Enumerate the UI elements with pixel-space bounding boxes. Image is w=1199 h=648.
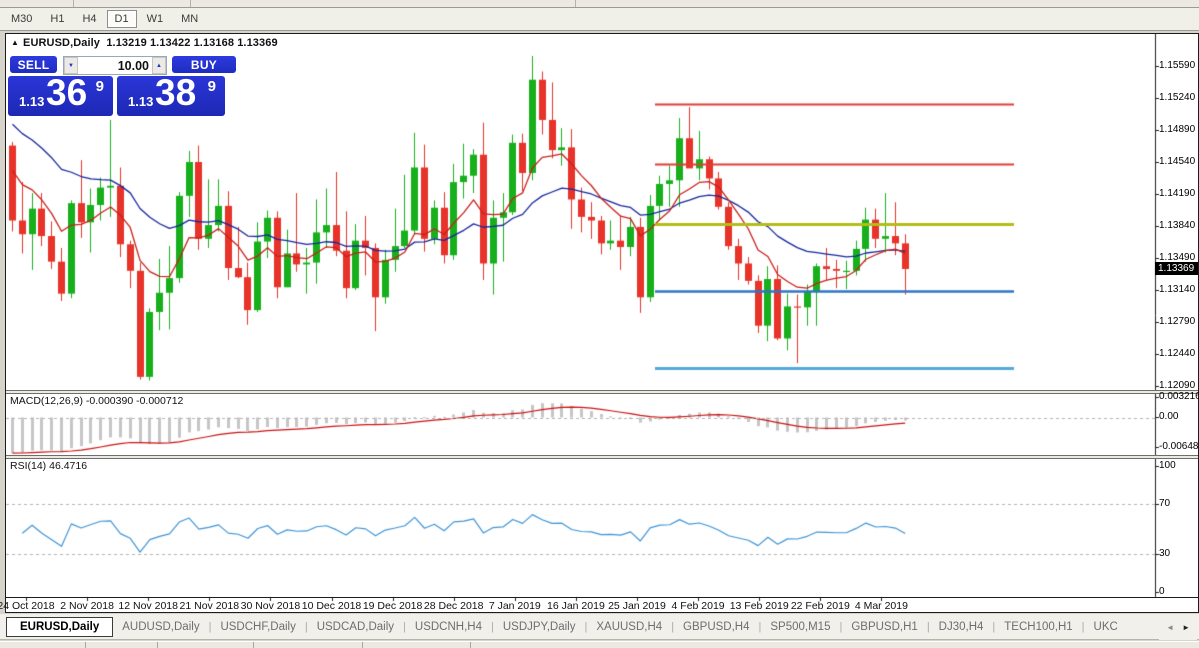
toolbar-separator	[575, 0, 576, 7]
buy-price-sup: 9	[207, 78, 216, 95]
price-scale-label: 1.15240	[1159, 92, 1196, 103]
timeframe-button-d1[interactable]: D1	[106, 10, 137, 28]
statusbar-separator	[85, 642, 86, 648]
date-axis-label: 2 Nov 2018	[60, 600, 114, 612]
macd-label: MACD(12,26,9) -0.000390 -0.000712	[10, 395, 183, 407]
rsi-splitter[interactable]	[6, 455, 1198, 459]
date-axis-label: 13 Feb 2019	[729, 600, 789, 612]
macd-scale-label: 0.003216	[1159, 391, 1199, 402]
sell-button[interactable]: SELL	[10, 56, 57, 73]
statusbar-separator	[362, 642, 363, 648]
price-scale-label: 1.12440	[1159, 348, 1196, 359]
price-scale-label: 1.14540	[1159, 156, 1196, 167]
price-scale-label: 1.13490	[1159, 252, 1196, 263]
sell-price-prefix: 1.13	[19, 94, 45, 109]
symbol-period-label: EURUSD,Daily	[23, 37, 101, 49]
date-axis-label: 10 Dec 2018	[301, 600, 362, 612]
timeframe-button-m30[interactable]: M30	[3, 10, 40, 28]
date-axis-label: 4 Mar 2019	[854, 600, 908, 612]
timeframe-button-w1[interactable]: W1	[139, 10, 172, 28]
date-axis-label: 25 Jan 2019	[608, 600, 666, 612]
sell-price-sup: 9	[95, 78, 104, 95]
symbol-tab-usdcad-daily[interactable]: USDCAD,Daily	[308, 617, 403, 637]
buy-price-box[interactable]: 1.13 38 9	[117, 72, 225, 116]
toolbar-separator	[73, 0, 74, 7]
symbol-tab-audusd-daily[interactable]: AUDUSD,Daily	[113, 617, 208, 637]
macd-values: -0.000390 -0.000712	[85, 395, 184, 407]
statusbar-separator	[470, 642, 471, 648]
date-axis-label: 16 Jan 2019	[546, 600, 605, 612]
current-price-tag: 1.13369	[1155, 262, 1198, 275]
date-axis-label: 28 Dec 2018	[423, 600, 484, 612]
date-axis-label: 30 Nov 2018	[240, 600, 301, 612]
timeframe-button-h1[interactable]: H1	[42, 10, 72, 28]
price-scale-label: 1.12090	[1159, 380, 1196, 391]
tab-scroll-arrows: ◄ ►	[1159, 614, 1197, 640]
ohlc-header: ▲ EURUSD,Daily 1.13219 1.13422 1.13168 1.…	[11, 37, 278, 49]
timeframe-button-mn[interactable]: MN	[173, 10, 206, 28]
timeframe-button-h4[interactable]: H4	[74, 10, 104, 28]
rsi-scale-label: 0	[1159, 586, 1165, 597]
symbol-tab-tech100-h1[interactable]: TECH100,H1	[995, 617, 1081, 637]
price-scale-label: 1.13840	[1159, 220, 1196, 231]
date-axis-label: 24 Oct 2018	[0, 600, 55, 612]
rsi-label: RSI(14) 46.4716	[10, 460, 87, 472]
price-scale-label: 1.13140	[1159, 284, 1196, 295]
chart-canvas[interactable]	[6, 34, 1198, 612]
date-axis-label: 21 Nov 2018	[179, 600, 240, 612]
price-scale-label: 1.15590	[1159, 60, 1196, 71]
close-value: 1.13369	[237, 37, 278, 49]
statusbar-separator	[253, 642, 254, 648]
date-axis-label: 4 Feb 2019	[671, 600, 725, 612]
symbol-tab-sp500-m15[interactable]: SP500,M15	[761, 617, 839, 637]
rsi-name: RSI(14)	[10, 460, 47, 472]
buy-price-big: 38	[155, 72, 197, 113]
volume-input[interactable]	[78, 57, 152, 74]
buy-price-prefix: 1.13	[128, 94, 154, 109]
tab-scroll-right-icon[interactable]: ►	[1178, 623, 1194, 632]
macd-name: MACD(12,26,9)	[10, 395, 83, 407]
symbol-tab-gbpusd-h1[interactable]: GBPUSD,H1	[842, 617, 926, 637]
arrow-down-icon: ▼	[68, 62, 74, 69]
price-scale-label: 1.12790	[1159, 316, 1196, 327]
date-axis-label: 22 Feb 2019	[790, 600, 850, 612]
sell-price-box[interactable]: 1.13 36 9	[8, 72, 113, 116]
open-value: 1.13219	[106, 37, 147, 49]
symbol-tab-usdjpy-daily[interactable]: USDJPY,Daily	[494, 617, 585, 637]
arrow-up-icon: ▲	[156, 62, 162, 69]
high-value: 1.13422	[149, 37, 191, 49]
date-axis-label: 12 Nov 2018	[118, 600, 178, 612]
sell-price-big: 36	[46, 72, 88, 113]
rsi-scale-label: 70	[1159, 498, 1171, 509]
collapse-triangle-icon[interactable]: ▲	[11, 38, 19, 47]
tab-scroll-left-icon[interactable]: ◄	[1162, 623, 1178, 632]
symbol-tab-usdchf-daily[interactable]: USDCHF,Daily	[211, 617, 304, 637]
macd-splitter[interactable]	[6, 390, 1198, 394]
symbol-tab-eurusd-daily[interactable]: EURUSD,Daily	[6, 616, 114, 637]
symbol-tab-gbpusd-h4[interactable]: GBPUSD,H4	[674, 617, 758, 637]
symbol-tab-ukc[interactable]: UKC	[1085, 617, 1127, 637]
chart-window: ▲ EURUSD,Daily 1.13219 1.13422 1.13168 1.…	[0, 33, 1199, 613]
price-scale-label: 1.14890	[1159, 124, 1196, 135]
low-value: 1.13168	[193, 37, 235, 49]
rsi-value: 46.4716	[49, 460, 88, 472]
rsi-scale-label: 100	[1159, 460, 1176, 471]
macd-scale-label: 0.00	[1159, 411, 1179, 422]
symbol-tab-usdcnh-h4[interactable]: USDCNH,H4	[406, 617, 491, 637]
date-axis-label: 7 Jan 2019	[488, 600, 541, 612]
timeframe-toolbar: M30 H1 H4 D1 W1 MN	[0, 8, 1199, 31]
axis-border	[6, 597, 1198, 598]
symbol-tab-xauusd-h4[interactable]: XAUUSD,H4	[587, 617, 671, 637]
buy-button[interactable]: BUY	[172, 56, 236, 73]
rsi-scale-label: 30	[1159, 548, 1171, 559]
symbol-tab-bar: EURUSD,Daily AUDUSD,Daily | USDCHF,Daily | US…	[0, 614, 1199, 640]
macd-scale-label: -0.006485	[1159, 441, 1199, 452]
top-toolbar-remnant	[0, 0, 1199, 8]
date-axis-label: 19 Dec 2018	[362, 600, 423, 612]
symbol-tab-dj30-h4[interactable]: DJ30,H4	[930, 617, 993, 637]
price-scale-label: 1.14190	[1159, 188, 1196, 199]
toolbar-separator	[190, 0, 191, 7]
statusbar-separator	[157, 642, 158, 648]
